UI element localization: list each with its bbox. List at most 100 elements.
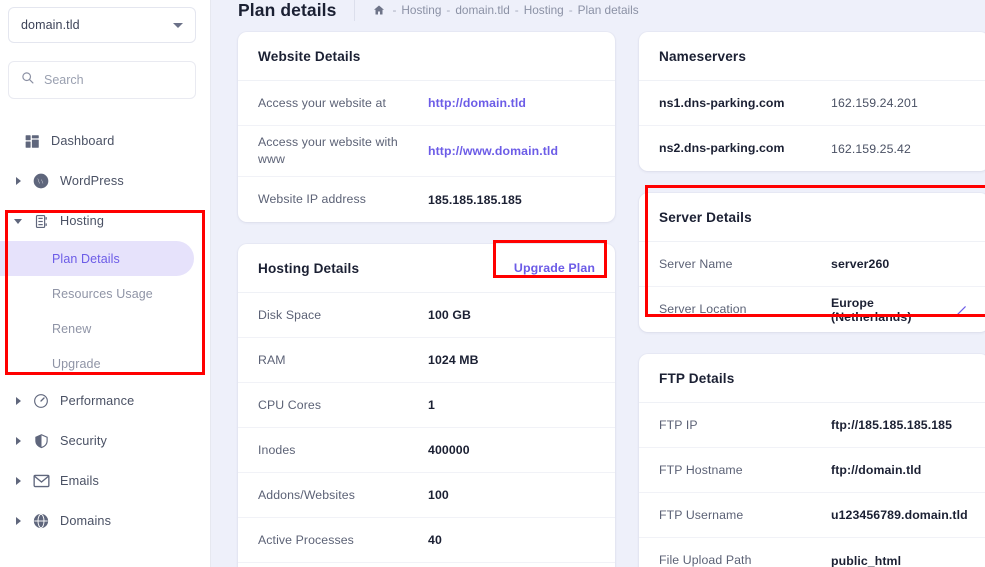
row-value-link[interactable]: http://domain.tld (428, 96, 526, 110)
sidebar-item-label: Hosting (60, 214, 105, 228)
envelope-icon (31, 474, 51, 488)
sidebar-subitem-label: Renew (52, 321, 92, 336)
sidebar-item-security[interactable]: Security (0, 421, 210, 461)
sidebar-item-emails[interactable]: Emails (0, 461, 210, 501)
right-column: Nameservers ns1.dns-parking.com 162.159.… (639, 32, 985, 567)
sidebar-subitem-plan-details[interactable]: Plan Details (0, 241, 194, 276)
sidebar: domain.tld Search Dashboard W WordPress … (0, 0, 211, 567)
search-placeholder: Search (44, 73, 84, 87)
row-label: Active Processes (258, 532, 354, 547)
search-input[interactable]: Search (8, 61, 196, 99)
home-icon[interactable] (373, 4, 385, 16)
sidebar-item-label: Security (60, 434, 108, 448)
chevron-right-icon (14, 477, 22, 485)
sidebar-item-domains[interactable]: Domains (0, 501, 210, 541)
breadcrumb-sep: - (392, 3, 397, 17)
sidebar-item-label: Performance (60, 394, 135, 408)
sidebar-item-label: Domains (60, 514, 112, 528)
sidebar-subitem-renew[interactable]: Renew (0, 311, 210, 346)
hosting-details-card: Hosting Details Upgrade Plan Disk Space … (238, 244, 615, 567)
row-value: ftp://185.185.185.185 (831, 418, 953, 432)
card-header: FTP Details (639, 354, 985, 403)
breadcrumb-item[interactable]: domain.tld (455, 0, 509, 20)
table-row: Server Name server260 (639, 242, 985, 287)
row-value: 185.185.185.185 (428, 192, 522, 207)
card-title: FTP Details (659, 370, 735, 386)
svg-text:W: W (36, 177, 46, 187)
row-value: 40 (428, 533, 442, 547)
card-header: Server Details (639, 193, 985, 242)
breadcrumb: - Hosting - domain.tld - Hosting - Plan … (373, 0, 639, 20)
chevron-down-icon (173, 23, 183, 28)
server-icon (31, 214, 51, 229)
table-row: ns2.dns-parking.com 162.159.25.42 (639, 126, 985, 171)
row-value: 1024 MB (428, 353, 479, 367)
nameservers-card: Nameservers ns1.dns-parking.com 162.159.… (639, 32, 985, 171)
breadcrumb-sep: - (568, 3, 573, 17)
chevron-right-icon (14, 397, 22, 405)
row-label: ns2.dns-parking.com (659, 141, 785, 155)
chevron-down-icon (14, 218, 22, 224)
table-row: ns1.dns-parking.com 162.159.24.201 (639, 81, 985, 126)
sidebar-subitem-upgrade[interactable]: Upgrade (0, 346, 210, 381)
pencil-icon[interactable] (955, 303, 969, 317)
main-content: Plan details - Hosting - domain.tld - Ho… (211, 0, 985, 567)
sidebar-item-hosting[interactable]: Hosting (0, 201, 210, 241)
row-value: Europe (Netherlands) (831, 295, 912, 324)
search-icon (21, 71, 34, 89)
row-label: Addons/Websites (258, 487, 355, 502)
card-header: Hosting Details Upgrade Plan (238, 244, 615, 293)
sidebar-subitem-resources-usage[interactable]: Resources Usage (0, 276, 210, 311)
row-value: 400000 (428, 443, 470, 457)
row-value-link[interactable]: http://www.domain.tld (428, 144, 558, 158)
table-row: File Upload Path public_html (639, 538, 985, 567)
table-row: Entry Processes 20 (238, 563, 615, 567)
breadcrumb-sep: - (446, 3, 451, 17)
website-details-card: Website Details Access your website at h… (238, 32, 615, 222)
card-title: Website Details (258, 48, 361, 64)
cards-grid: Website Details Access your website at h… (211, 24, 985, 567)
card-header: Nameservers (639, 32, 985, 81)
row-label: Access your website with www (258, 135, 398, 166)
ftp-details-card: FTP Details FTP IP ftp://185.185.185.185… (639, 354, 985, 567)
breadcrumb-item[interactable]: Hosting (401, 0, 441, 20)
row-label: FTP IP (659, 417, 698, 432)
row-value: 100 GB (428, 308, 471, 322)
card-header: Website Details (238, 32, 615, 81)
chevron-right-icon (14, 517, 22, 525)
table-row: FTP Username u123456789.domain.tld (639, 493, 985, 538)
upgrade-plan-button[interactable]: Upgrade Plan (514, 261, 595, 275)
dashboard-icon (22, 134, 42, 149)
shield-icon (31, 433, 51, 449)
table-row: Addons/Websites 100 (238, 473, 615, 518)
breadcrumb-sep: - (514, 3, 519, 17)
row-value: server260 (831, 257, 890, 271)
sidebar-item-performance[interactable]: Performance (0, 381, 210, 421)
row-label: Website IP address (258, 192, 366, 206)
globe-icon (31, 513, 51, 529)
row-label: ns1.dns-parking.com (659, 95, 785, 110)
table-row: FTP Hostname ftp://domain.tld (639, 448, 985, 493)
table-row: CPU Cores 1 (238, 383, 615, 428)
sidebar-subitem-label: Resources Usage (52, 286, 153, 301)
sidebar-item-label: WordPress (60, 174, 124, 188)
table-row: Access your website at http://domain.tld (238, 81, 615, 126)
row-value: u123456789.domain.tld (831, 508, 968, 522)
page-header: Plan details - Hosting - domain.tld - Ho… (211, 0, 985, 24)
domain-selector-value: domain.tld (21, 18, 80, 32)
left-column: Website Details Access your website at h… (238, 32, 615, 567)
row-label: FTP Username (659, 507, 744, 522)
row-label: Server Name (659, 256, 733, 271)
table-row: RAM 1024 MB (238, 338, 615, 383)
row-label: File Upload Path (659, 553, 752, 567)
chevron-right-icon (14, 177, 22, 185)
breadcrumb-item-current: Plan details (577, 3, 639, 17)
table-row: Server Location Europe (Netherlands) (639, 287, 985, 332)
row-value: 162.159.25.42 (831, 141, 911, 156)
card-title: Hosting Details (258, 260, 360, 276)
domain-selector[interactable]: domain.tld (8, 7, 196, 43)
sidebar-item-dashboard[interactable]: Dashboard (0, 121, 210, 161)
breadcrumb-item[interactable]: Hosting (524, 0, 564, 20)
sidebar-subitem-label: Upgrade (52, 356, 101, 371)
sidebar-item-wordpress[interactable]: W WordPress (0, 161, 210, 201)
